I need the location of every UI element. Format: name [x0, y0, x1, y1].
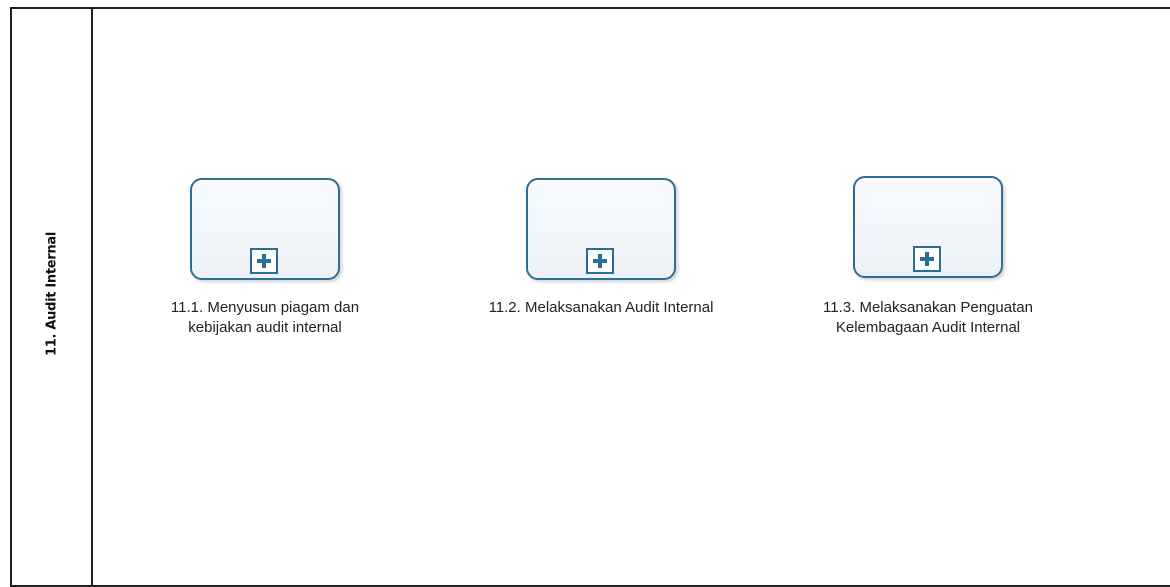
subprocess-task-11-3[interactable] — [853, 176, 1003, 278]
lane-header[interactable]: 11. Audit Internal — [12, 9, 93, 585]
subprocess-task-11-2[interactable] — [526, 178, 676, 280]
task-label-line: kebijakan audit internal — [188, 319, 342, 336]
task-label-11-3: 11.3. Melaksanakan Penguatan Kelembagaan… — [778, 298, 1078, 338]
task-label-11-2: 11.2. Melaksanakan Audit Internal — [451, 298, 751, 318]
task-label-line: 11.3. Melaksanakan Penguatan — [823, 299, 1033, 316]
task-label-line: Kelembagaan Audit Internal — [835, 319, 1021, 336]
expand-subprocess-button[interactable] — [913, 246, 941, 272]
plus-icon — [920, 252, 934, 266]
task-label-line: 11.1. Menyusun piagam dan — [170, 299, 360, 316]
pool: 11. Audit Internal — [10, 7, 1170, 587]
task-label-11-1: 11.1. Menyusun piagam dan kebijakan audi… — [115, 298, 415, 338]
subprocess-task-11-1[interactable] — [190, 178, 340, 280]
plus-icon — [257, 254, 271, 268]
expand-subprocess-button[interactable] — [250, 248, 278, 274]
plus-icon — [593, 254, 607, 268]
expand-subprocess-button[interactable] — [586, 248, 614, 274]
task-label-line: 11.2. Melaksanakan Audit Internal — [488, 299, 714, 316]
lane-title: 11. Audit Internal — [44, 232, 60, 356]
